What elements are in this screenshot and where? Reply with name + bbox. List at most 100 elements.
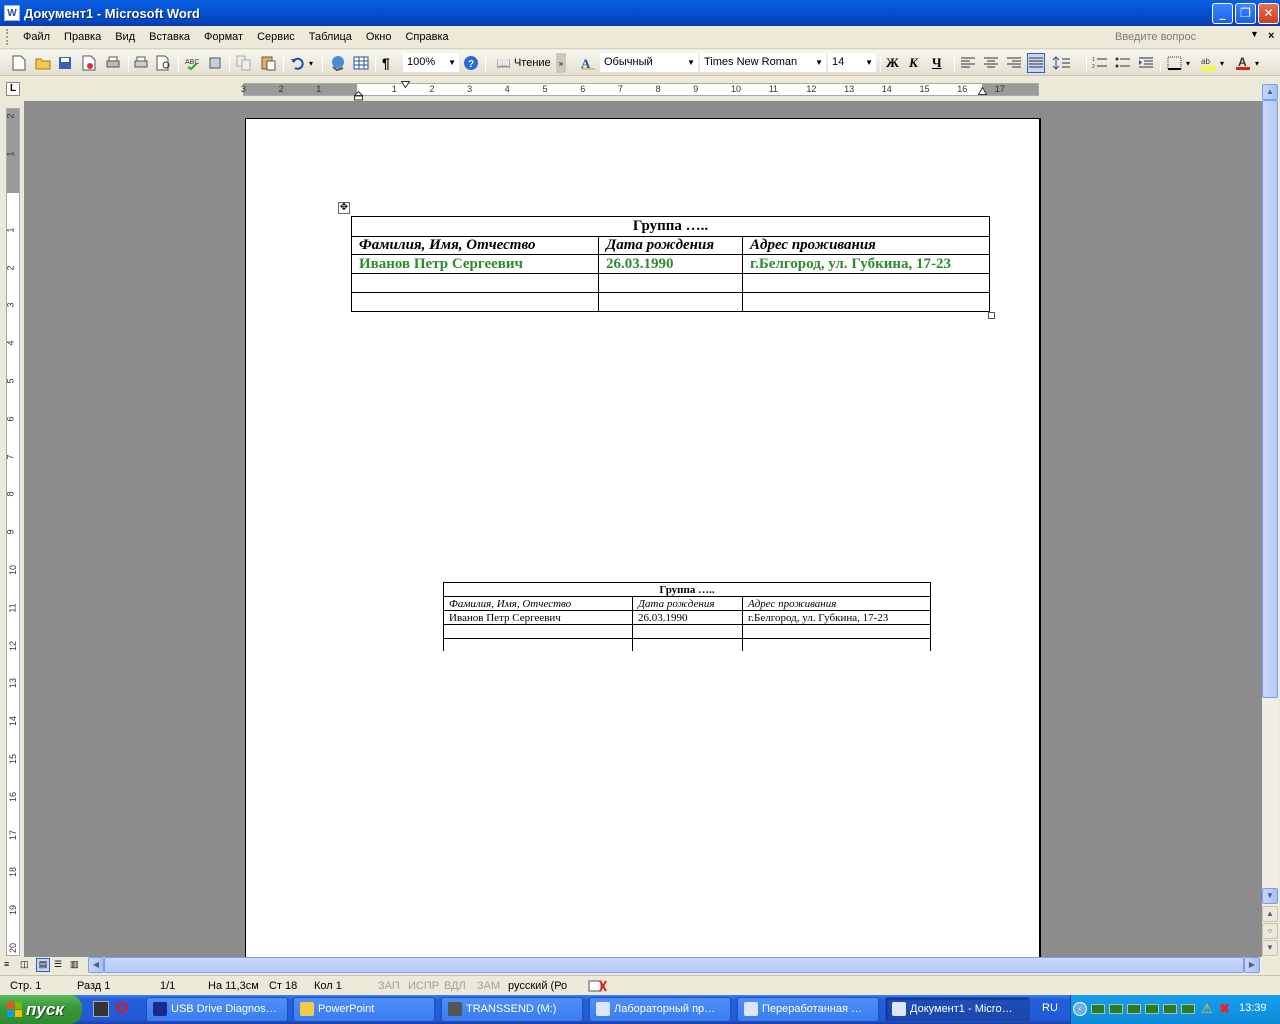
warning-icon[interactable]: ⚠ [1201, 1002, 1215, 1016]
font-select[interactable]: Times New Roman ▼ [700, 53, 826, 72]
print-layout-icon[interactable]: ▤ [36, 958, 50, 972]
table-resize-handle[interactable] [988, 312, 995, 319]
status-rec[interactable]: ЗАП [378, 979, 400, 993]
main-cell-empty[interactable] [351, 273, 599, 293]
borders-icon[interactable] [1167, 53, 1183, 73]
menu-format[interactable]: Формат [197, 26, 250, 49]
left-indent-marker[interactable] [353, 90, 364, 101]
first-line-indent-marker[interactable] [400, 79, 411, 89]
tab-stop-selector[interactable]: L [6, 82, 20, 96]
previous-page-icon[interactable]: ▲ [1262, 906, 1278, 922]
scroll-down-icon[interactable]: ▼ [1262, 888, 1278, 904]
undo-dropdown-icon[interactable]: ▾ [309, 53, 313, 73]
menu-window[interactable]: Окно [359, 26, 399, 49]
research-icon[interactable] [208, 53, 224, 73]
network-icon[interactable] [1091, 1004, 1105, 1014]
main-cell-name[interactable]: Иванов Петр Сергеевич [351, 254, 599, 274]
network-icon[interactable] [1145, 1004, 1159, 1014]
network-icon[interactable] [1127, 1004, 1141, 1014]
task-document1[interactable]: Документ1 - Micro… [885, 997, 1030, 1022]
menu-file[interactable]: Файл [16, 26, 57, 49]
restore-button[interactable]: ❐ [1235, 3, 1256, 24]
main-cell-address[interactable]: г.Белгород, ул. Губкина, 17-23 [742, 254, 990, 274]
language-indicator[interactable]: RU [1042, 1002, 1058, 1014]
status-language[interactable]: русский (Ро [508, 979, 567, 993]
borders-dropdown-icon[interactable]: ▾ [1186, 53, 1190, 73]
spelling-icon[interactable]: ABC [185, 53, 201, 73]
scroll-up-icon[interactable]: ▲ [1262, 84, 1278, 100]
print-preview-alt-icon[interactable] [105, 53, 121, 73]
task-usb-drive[interactable]: USB Drive Diagnos… [146, 997, 288, 1022]
align-left-icon[interactable] [960, 53, 976, 73]
right-indent-marker[interactable] [977, 86, 988, 95]
minimize-button[interactable]: _ [1212, 3, 1233, 24]
next-page-icon[interactable]: ▼ [1262, 940, 1278, 956]
underline-button[interactable]: Ч [932, 53, 942, 73]
task-transsend[interactable]: TRANSSEND (M:) [441, 997, 583, 1022]
main-cell-empty[interactable] [598, 273, 743, 293]
table-move-handle-icon[interactable]: ✥ [338, 202, 350, 214]
menu-view[interactable]: Вид [108, 26, 142, 49]
web-view-icon[interactable]: ◫ [20, 959, 32, 971]
font-size-select[interactable]: 14 ▼ [828, 53, 876, 72]
vertical-scrollbar[interactable]: ▲ ▼ ▲ ○ ▼ [1262, 84, 1279, 957]
styles-pane-icon[interactable]: A [580, 53, 596, 73]
word-icon[interactable]: W [4, 5, 20, 21]
menu-help[interactable]: Справка [398, 26, 455, 49]
task-lab[interactable]: Лабораторный пр… [589, 997, 731, 1022]
main-table[interactable]: Группа ….. Фамилия, Имя, Отчество Дата р… [351, 216, 990, 312]
font-color-dropdown-icon[interactable]: ▾ [1255, 53, 1259, 73]
insert-table-icon[interactable] [353, 53, 369, 73]
network-icon[interactable] [1163, 1004, 1177, 1014]
font-color-icon[interactable]: A [1235, 53, 1251, 73]
status-overtype[interactable]: ЗАМ [477, 979, 500, 993]
reading-mode-button[interactable]: 📖 Чтение [493, 53, 554, 73]
paste-icon[interactable] [260, 53, 276, 73]
start-button[interactable]: пуск [0, 995, 82, 1024]
align-right-icon[interactable] [1006, 53, 1022, 73]
scroll-left-icon[interactable]: ◀ [88, 957, 104, 973]
print-preview-icon[interactable] [156, 53, 172, 73]
numbered-list-icon[interactable]: 12 [1092, 53, 1108, 73]
copy-icon[interactable] [236, 53, 252, 73]
menu-insert[interactable]: Вставка [142, 26, 197, 49]
network-icon[interactable] [1181, 1004, 1195, 1014]
network-icon[interactable] [1109, 1004, 1123, 1014]
main-table-title[interactable]: Группа ….. [351, 216, 990, 237]
bold-button[interactable]: Ж [886, 53, 899, 73]
security-alert-icon[interactable]: ✖ [1219, 1002, 1233, 1016]
outline-view-icon[interactable]: ☰ [54, 959, 66, 971]
hyperlink-icon[interactable] [330, 53, 346, 73]
new-document-icon[interactable] [12, 53, 26, 73]
save-icon[interactable] [58, 53, 72, 73]
h-scroll-thumb[interactable] [104, 957, 1244, 973]
menu-table[interactable]: Таблица [302, 26, 359, 49]
toolbar-options-icon[interactable]: » [556, 53, 566, 73]
quicklaunch-desktop-icon[interactable] [93, 1001, 109, 1017]
main-header-address[interactable]: Адрес проживания [742, 236, 990, 255]
print-icon[interactable] [133, 53, 149, 73]
show-formatting-icon[interactable]: ¶ [382, 53, 390, 73]
status-extend[interactable]: ВДЛ [444, 979, 466, 993]
tray-expand-icon[interactable]: ‹ [1073, 1002, 1087, 1016]
help-icon[interactable]: ? [463, 53, 479, 73]
chevron-down-icon[interactable]: ▼ [1250, 29, 1259, 39]
main-cell-birth[interactable]: 26.03.1990 [598, 254, 743, 274]
main-cell-empty[interactable] [598, 292, 743, 312]
main-cell-empty[interactable] [351, 292, 599, 312]
vertical-ruler[interactable]: 2 1 1 2 3 4 5 6 7 8 9 10 11 12 13 14 15 16 17 18 19 20 [6, 108, 20, 956]
scroll-thumb[interactable] [1262, 100, 1278, 698]
reading-view-icon[interactable]: ▥ [70, 959, 82, 971]
main-header-name[interactable]: Фамилия, Имя, Отчество [351, 236, 599, 255]
highlight-dropdown-icon[interactable]: ▾ [1220, 53, 1224, 73]
opera-icon[interactable]: O [116, 1000, 132, 1018]
main-cell-empty[interactable] [742, 273, 990, 293]
menu-grip[interactable] [6, 29, 10, 45]
main-header-birth[interactable]: Дата рождения [598, 236, 743, 255]
open-folder-icon[interactable] [35, 53, 51, 73]
doc-close-icon[interactable]: × [1268, 30, 1274, 42]
permission-icon[interactable] [82, 53, 96, 73]
main-cell-empty[interactable] [742, 292, 990, 312]
task-reworked[interactable]: Переработанная … [737, 997, 879, 1022]
browse-object-icon[interactable]: ○ [1262, 923, 1278, 939]
